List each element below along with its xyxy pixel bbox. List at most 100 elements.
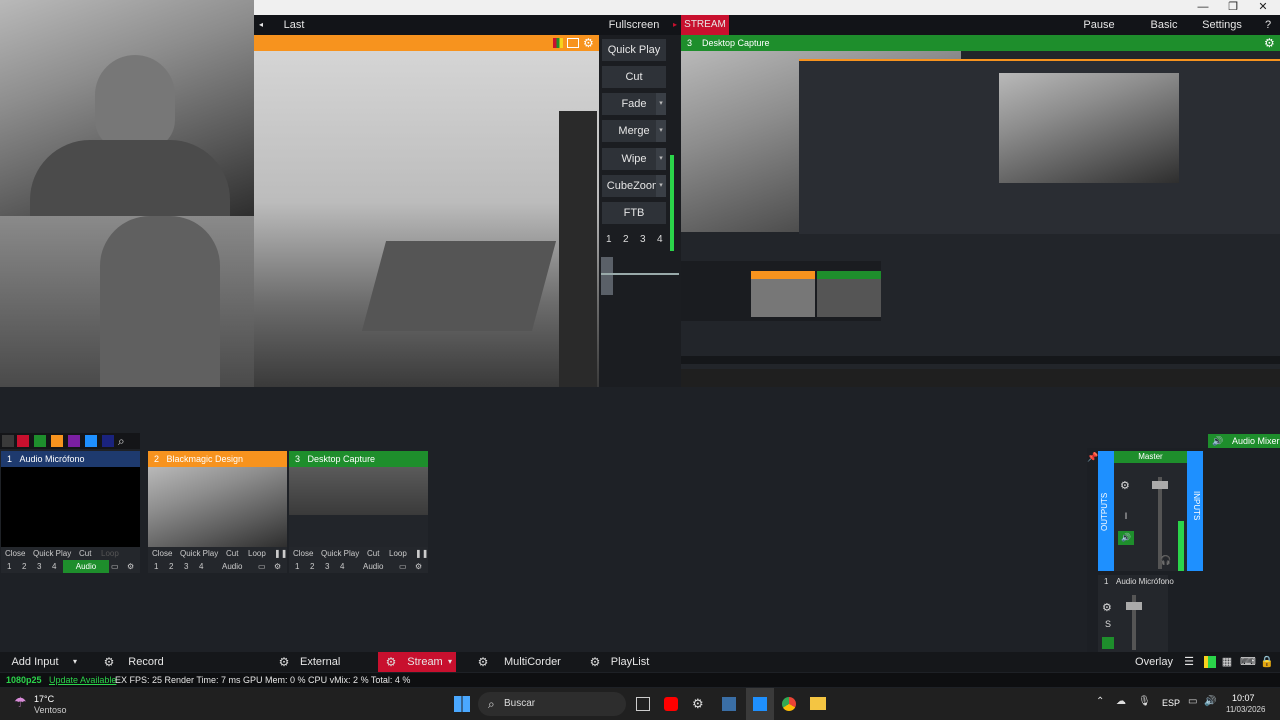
mic-icon[interactable]: 🎙 xyxy=(1138,696,1151,707)
headphones-icon[interactable]: 🎧 xyxy=(1160,555,1172,567)
vmix-taskbar-button[interactable] xyxy=(746,688,774,720)
last-button[interactable]: Last xyxy=(278,15,310,35)
format-label[interactable]: 1080p25 xyxy=(6,673,42,687)
clock-time[interactable]: 10:07 xyxy=(1232,693,1255,703)
weather-temp[interactable]: 17°C xyxy=(34,694,54,704)
input-1-overlay-4[interactable]: 4 xyxy=(52,560,56,573)
master-fader-handle[interactable] xyxy=(1152,481,1168,489)
stream-badge[interactable]: STREAM 1 xyxy=(681,15,729,50)
input-tile-2[interactable]: 2 Blackmagic Design Close Quick Play Cut… xyxy=(148,451,287,573)
input-2-loop-button[interactable]: Loop xyxy=(248,547,266,560)
settings-button[interactable]: Settings xyxy=(1200,15,1244,35)
input-2-thumbnail[interactable] xyxy=(148,467,287,547)
input-3-header[interactable]: 3 Desktop Capture xyxy=(289,451,428,467)
input-2-header[interactable]: 2 Blackmagic Design xyxy=(148,451,287,467)
input-1-monitor-icon[interactable]: ▭ xyxy=(111,560,119,573)
stream-button[interactable]: Stream xyxy=(406,652,444,672)
transition-number-2[interactable]: 2 xyxy=(623,233,629,247)
input-1-overlay-3[interactable]: 3 xyxy=(37,560,41,573)
output-image[interactable] xyxy=(681,51,1280,387)
cubezoom-button[interactable]: CubeZoom ▾ xyxy=(602,175,666,197)
multicorder-button[interactable]: MultiCorder xyxy=(504,652,561,672)
basic-button[interactable]: Basic xyxy=(1144,15,1184,35)
input-3-overlay-1[interactable]: 1 xyxy=(295,560,299,573)
preview-image[interactable] xyxy=(254,51,599,387)
add-input-dropdown-icon[interactable]: ▾ xyxy=(70,652,80,672)
input-2-audio-button[interactable]: Audio xyxy=(222,560,242,573)
record-button[interactable]: Record xyxy=(126,652,166,672)
outputs-tab[interactable]: OUTPUTS xyxy=(1098,451,1114,571)
input-2-overlay-4[interactable]: 4 xyxy=(199,560,203,573)
channel-mute-icon[interactable] xyxy=(1102,637,1114,649)
input-1-overlay-2[interactable]: 2 xyxy=(22,560,26,573)
input-2-overlay-2[interactable]: 2 xyxy=(169,560,173,573)
ftb-button[interactable]: FTB xyxy=(602,202,666,224)
input-2-gear-icon[interactable]: ⚙ xyxy=(274,560,281,573)
task-view-icon[interactable] xyxy=(636,697,650,711)
quick-play-button[interactable]: Quick Play xyxy=(602,39,666,61)
lock-icon[interactable]: 🔒 xyxy=(1260,652,1274,672)
record-gear-icon[interactable]: ⚙ xyxy=(102,655,116,669)
fullscreen-button[interactable]: Fullscreen xyxy=(600,15,668,35)
input-1-quickplay-button[interactable]: Quick Play xyxy=(33,547,71,560)
input-2-overlay-1[interactable]: 1 xyxy=(154,560,158,573)
level-icon[interactable] xyxy=(1204,656,1216,668)
input-2-quickplay-button[interactable]: Quick Play xyxy=(180,547,218,560)
snapshot-icon[interactable] xyxy=(567,38,579,48)
input-2-cut-button[interactable]: Cut xyxy=(226,547,238,560)
input-1-audio-button[interactable]: Audio xyxy=(63,560,109,573)
wipe-button[interactable]: Wipe ▾ xyxy=(602,148,666,170)
input-1-header[interactable]: 1 Audio Micrófono xyxy=(1,451,140,467)
playlist-button[interactable]: PlayList xyxy=(610,652,650,672)
input-3-gear-icon[interactable]: ⚙ xyxy=(415,560,422,573)
wipe-dropdown-icon[interactable]: ▾ xyxy=(656,148,666,170)
color-swatch-navy[interactable] xyxy=(102,435,114,447)
language-indicator[interactable]: ESP xyxy=(1162,698,1180,708)
input-2-overlay-3[interactable]: 3 xyxy=(184,560,188,573)
taskbar-search[interactable]: ⌕ Buscar xyxy=(478,692,626,716)
color-swatch-purple[interactable] xyxy=(68,435,80,447)
color-swatch-gray[interactable] xyxy=(2,435,14,447)
pin-icon[interactable]: 📌 xyxy=(1087,452,1098,464)
color-swatch-orange[interactable] xyxy=(51,435,63,447)
transition-number-4[interactable]: 4 xyxy=(657,233,663,247)
cut-button[interactable]: Cut xyxy=(602,66,666,88)
audio-mixer-tab[interactable]: 🔊 Audio Mixer xyxy=(1208,434,1280,448)
pause-inputs-button[interactable]: Pause Inputs xyxy=(1068,15,1130,51)
output-gear-icon[interactable]: ⚙ xyxy=(1264,36,1276,50)
search-icon[interactable]: ⌕ xyxy=(118,433,132,449)
input-2-monitor-icon[interactable]: ▭ xyxy=(258,560,266,573)
update-available-link[interactable]: Update Available xyxy=(49,673,116,687)
color-bars-icon[interactable] xyxy=(553,38,563,48)
app-icon[interactable] xyxy=(722,697,736,711)
volume-icon[interactable]: 🔊 xyxy=(1204,696,1216,707)
master-mute-icon[interactable]: 🔊 xyxy=(1118,531,1134,545)
merge-button[interactable]: Merge ▾ xyxy=(602,120,666,142)
cubezoom-dropdown-icon[interactable]: ▾ xyxy=(656,175,666,197)
file-explorer-icon[interactable] xyxy=(810,697,826,710)
input-1-close-button[interactable]: Close xyxy=(5,547,25,560)
overlay-button[interactable]: Overlay xyxy=(1132,652,1176,672)
input-3-thumbnail[interactable] xyxy=(289,467,428,547)
add-input-button[interactable]: Add Input xyxy=(4,652,66,672)
input-3-overlay-3[interactable]: 3 xyxy=(325,560,329,573)
channel-gear-icon[interactable]: ⚙ xyxy=(1102,601,1114,614)
channel-solo-button[interactable]: S xyxy=(1102,619,1114,631)
cloud-icon[interactable]: ☁ xyxy=(1116,696,1126,707)
color-swatch-green[interactable] xyxy=(34,435,46,447)
input-1-gear-icon[interactable]: ⚙ xyxy=(127,560,134,573)
merge-dropdown-icon[interactable]: ▾ xyxy=(656,120,666,142)
collapse-icon[interactable]: ◂ xyxy=(256,15,266,35)
color-swatch-red[interactable] xyxy=(17,435,29,447)
transition-number-3[interactable]: 3 xyxy=(640,233,646,247)
input-3-close-button[interactable]: Close xyxy=(293,547,313,560)
input-3-quickplay-button[interactable]: Quick Play xyxy=(321,547,359,560)
gear-icon[interactable]: ⚙ xyxy=(583,36,595,50)
input-3-pause-icon[interactable]: ❚❚ xyxy=(415,547,428,560)
keyboard-icon[interactable]: ⌨ xyxy=(1240,652,1256,672)
channel-fader-handle[interactable] xyxy=(1126,602,1142,610)
stream-dropdown-icon[interactable]: ▾ xyxy=(446,652,454,672)
list-view-icon[interactable]: ☰ xyxy=(1182,652,1196,672)
clock-date[interactable]: 11/03/2026 xyxy=(1226,705,1265,714)
close-button[interactable]: ✕ xyxy=(1248,0,1278,15)
